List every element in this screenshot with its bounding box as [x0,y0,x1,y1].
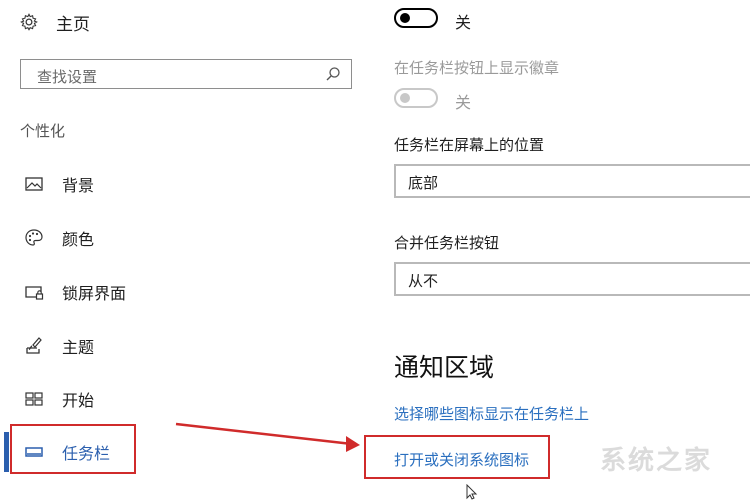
watermark: 系统之家 [600,446,713,476]
annotation-arrow [175,422,360,452]
mouse-cursor-icon [466,484,478,500]
